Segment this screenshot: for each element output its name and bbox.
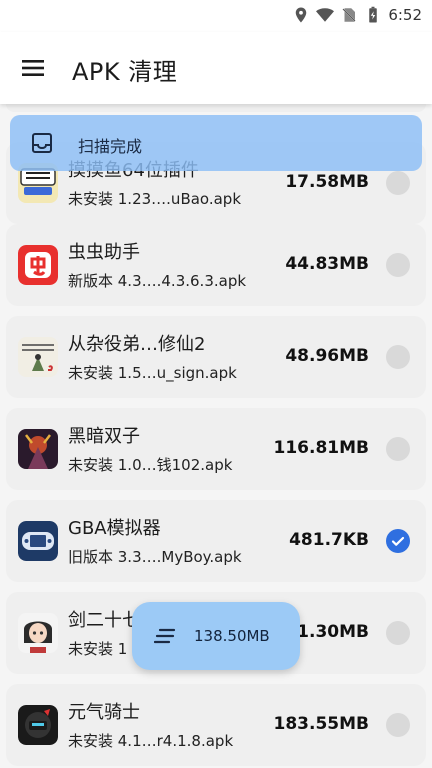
app-name: 从杂役弟…修仙2 (68, 334, 206, 355)
select-checkbox[interactable] (386, 253, 410, 277)
apk-file-info: 未安装 1 (68, 640, 128, 658)
select-checkbox[interactable] (386, 345, 410, 369)
select-checkbox[interactable] (386, 171, 410, 195)
apk-file-info: 未安装 4.1…r4.1.8.apk (68, 732, 234, 750)
apk-file-info: 未安装 1.23….uBao.apk (68, 190, 242, 208)
apk-size: 183.55MB (273, 714, 369, 734)
list-item-apk[interactable]: GBA模拟器 旧版本 3.3….MyBoy.apk 481.7KB (6, 500, 426, 582)
dark-twins-icon (18, 429, 58, 469)
page-title: APK 清理 (72, 58, 178, 86)
battery-charging-icon (369, 6, 378, 23)
status-time: 6:52 (388, 6, 422, 24)
apk-size: 48.96MB (285, 346, 369, 366)
chongchong-icon (18, 245, 58, 285)
list-item-apk[interactable]: 黑暗双子 未安装 1.0…钱102.apk 116.81MB (6, 408, 426, 490)
select-checkbox-checked[interactable] (386, 529, 410, 553)
inbox-icon (32, 133, 52, 153)
gba-emulator-icon (18, 521, 58, 561)
app-name: 剑二十七 (68, 610, 140, 631)
list-item-apk[interactable]: 从杂役弟…修仙2 未安装 1.5…u_sign.apk 48.96MB (6, 316, 426, 398)
apk-size: 481.7KB (289, 530, 369, 550)
check-icon (391, 536, 405, 546)
no-sim-icon (342, 7, 357, 23)
apk-file-info: 旧版本 3.3….MyBoy.apk (68, 548, 242, 566)
select-checkbox[interactable] (386, 621, 410, 645)
apk-size: 1.30MB (297, 622, 369, 642)
apk-size: 116.81MB (273, 438, 369, 458)
menu-icon[interactable] (20, 54, 48, 82)
list-item-apk[interactable]: 元气骑士 未安装 4.1…r4.1.8.apk 183.55MB (6, 684, 426, 766)
app-name: 黑暗双子 (68, 426, 140, 447)
sort-icon (154, 628, 176, 644)
app-name: 虫虫助手 (68, 242, 140, 263)
clean-fab-button[interactable]: 138.50MB (132, 602, 300, 670)
apk-file-info: 新版本 4.3….4.3.6.3.apk (68, 272, 247, 290)
wifi-icon (316, 8, 335, 22)
apk-file-info: 未安装 1.0…钱102.apk (68, 456, 233, 474)
toast-text: 扫描完成 (78, 137, 143, 156)
app-name: 元气骑士 (68, 702, 140, 723)
app-bar: APK 清理 (0, 32, 432, 104)
list-item-apk[interactable]: 虫虫助手 新版本 4.3….4.3.6.3.apk 44.83MB (6, 224, 426, 306)
status-bar: 6:52 (0, 0, 432, 32)
soul-knight-icon (18, 705, 58, 745)
apk-size: 44.83MB (285, 254, 369, 274)
select-checkbox[interactable] (386, 437, 410, 461)
apk-size: 17.58MB (285, 172, 369, 192)
sword-girl-icon (18, 613, 58, 653)
scan-complete-toast: 扫描完成 (10, 115, 422, 171)
select-checkbox[interactable] (386, 713, 410, 737)
app-name: GBA模拟器 (68, 518, 161, 539)
selected-total-size: 138.50MB (194, 627, 270, 645)
location-icon (296, 7, 307, 23)
xiuxian-game-icon (18, 337, 58, 377)
apk-file-info: 未安装 1.5…u_sign.apk (68, 364, 237, 382)
